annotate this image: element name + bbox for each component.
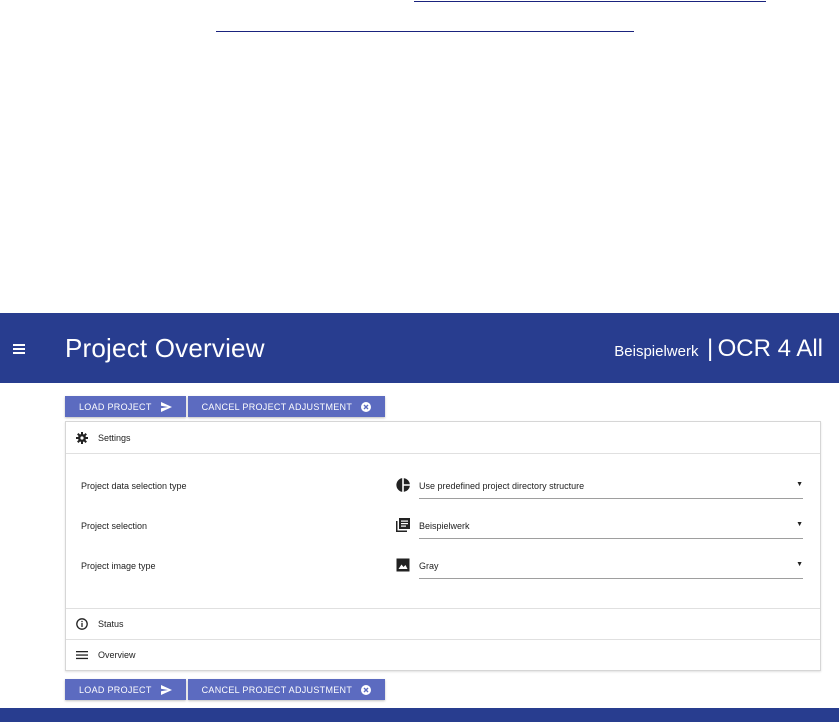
header-project-name: Beispielwerk [614,343,699,360]
project-data-selection-type-label: Project data selection type [81,481,187,491]
load-project-label: LOAD PROJECT [79,401,152,412]
action-buttons-top: LOAD PROJECT CANCEL PROJECT ADJUSTMENT [65,396,386,417]
cancel-project-adjustment-button[interactable]: CANCEL PROJECT ADJUSTMENT [187,396,386,417]
cancel-project-adjustment-button[interactable]: CANCEL PROJECT ADJUSTMENT [187,679,386,700]
overview-section-header[interactable]: Overview [66,639,820,670]
header-brand: Beispielwerk | OCR 4 All [614,335,823,363]
image-icon [396,558,410,572]
dropdown-arrow-icon: ▼ [796,521,803,528]
settings-title: Settings [98,432,131,443]
gear-icon [76,431,88,444]
overview-title: Overview [98,649,136,660]
cancel-project-adjustment-label: CANCEL PROJECT ADJUSTMENT [201,401,353,412]
cancel-project-adjustment-label: CANCEL PROJECT ADJUSTMENT [201,684,353,695]
project-image-type-value: Gray [419,561,439,571]
project-data-selection-type-select[interactable]: Use predefined project directory structu… [419,478,803,499]
footer-bar [0,708,839,722]
action-buttons-bottom: LOAD PROJECT CANCEL PROJECT ADJUSTMENT [65,679,386,700]
project-data-selection-type-value: Use predefined project directory structu… [419,481,585,491]
list-icon [76,649,88,661]
project-image-type-select[interactable]: Gray ▼ [419,558,803,579]
load-project-button[interactable]: LOAD PROJECT [65,396,186,417]
page-title: Project Overview [65,333,265,363]
menu-icon[interactable] [13,344,25,354]
library-books-icon [396,518,410,532]
pie-chart-icon [396,478,410,492]
send-icon [160,684,172,695]
app-header: Project Overview Beispielwerk | OCR 4 Al… [0,313,839,383]
link-underline-1 [414,1,766,2]
header-app-name: OCR 4 All [717,335,823,362]
project-selection-select[interactable]: Beispielwerk ▼ [419,518,803,539]
project-selection-label: Project selection [81,521,148,531]
info-icon [76,617,88,630]
cancel-icon [361,684,372,695]
load-project-label: LOAD PROJECT [79,684,152,695]
send-icon [160,401,172,412]
project-selection-value: Beispielwerk [419,521,470,531]
header-separator: | [706,335,714,362]
project-settings-card: Settings Project data selection type Use… [65,421,821,671]
link-underline-2 [216,31,634,32]
dropdown-arrow-icon: ▼ [796,561,803,568]
project-image-type-label: Project image type [81,561,156,571]
load-project-button[interactable]: LOAD PROJECT [65,679,186,700]
divider [66,453,820,454]
cancel-icon [361,401,372,412]
settings-section-header[interactable]: Settings [66,422,820,453]
status-section-header[interactable]: Status [66,608,820,639]
status-title: Status [98,618,124,629]
dropdown-arrow-icon: ▼ [796,481,803,488]
